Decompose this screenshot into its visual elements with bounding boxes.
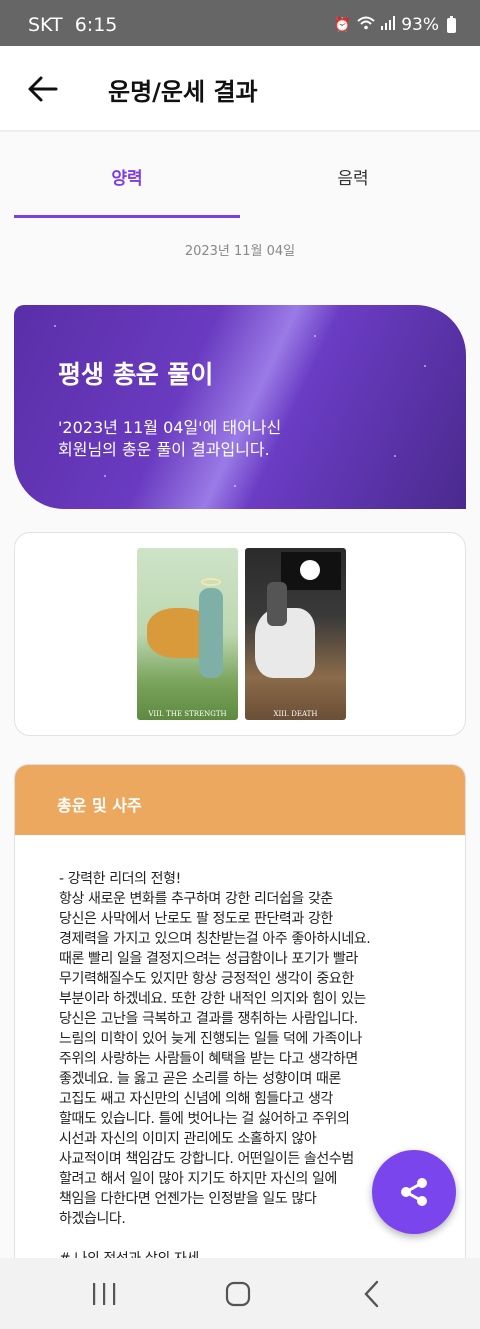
status-bar: SKT 6:15 ⏰ 93% [0,0,480,46]
home-icon[interactable] [218,1280,258,1308]
rose-figure [300,560,320,580]
page-title: 운명/운세 결과 [108,78,258,106]
calendar-tabs: 양력 음력 [0,134,480,218]
banner-title: 평생 총운 풀이 [58,360,214,389]
wifi-icon [357,16,375,34]
battery-percent: 93% [401,15,439,35]
battery-icon [447,15,456,33]
carrier-label: SKT [28,14,63,36]
section-header: 총운 및 사주 [15,765,465,835]
section-title: 총운 및 사주 [57,796,142,815]
star-decoration [104,475,106,477]
banner-line-1: '2023년 11월 04일'에 태어나신 [58,418,282,437]
system-nav-bar [0,1258,480,1329]
tarot-cards-box: VIII. THE STRENGTH XIII. DEATH [14,532,466,736]
tab-indicator [14,215,240,218]
tab-lunar[interactable]: 음력 [240,134,466,218]
share-icon [401,1178,427,1206]
death-tarot-card: XIII. DEATH [245,548,346,720]
banner-line-2: 회원님의 총운 풀이 결과입니다. [58,440,270,459]
maiden-figure [199,588,223,678]
tab-solar[interactable]: 양력 [14,134,240,218]
app-bar: 운명/운세 결과 [0,46,480,132]
recent-apps-icon[interactable] [84,1280,124,1308]
result-banner: 평생 총운 풀이 '2023년 11월 04일'에 태어나신 회원님의 총운 풀… [14,305,466,509]
clock: 6:15 [74,14,118,36]
star-decoration [314,335,316,337]
card-caption: VIII. THE STRENGTH [148,710,227,718]
share-button[interactable] [372,1150,456,1234]
banner-description: '2023년 11월 04일'에 태어나신 회원님의 총운 풀이 결과입니다. [58,417,281,461]
star-decoration [54,325,56,327]
back-icon[interactable] [352,1280,392,1308]
star-decoration [424,365,426,367]
rider-figure [267,582,287,626]
alarm-icon: ⏰ [333,17,352,33]
card-caption: XIII. DEATH [273,710,318,718]
back-arrow-icon[interactable] [26,73,60,105]
status-right: ⏰ 93% [334,15,456,35]
birth-date: 2023년 11월 04일 [184,244,296,259]
strength-tarot-card: VIII. THE STRENGTH [137,548,238,720]
star-decoration [234,485,236,487]
halo-figure [201,578,221,586]
status-left: SKT 6:15 [28,14,117,36]
star-decoration [394,455,396,457]
signal-icon [381,16,396,34]
